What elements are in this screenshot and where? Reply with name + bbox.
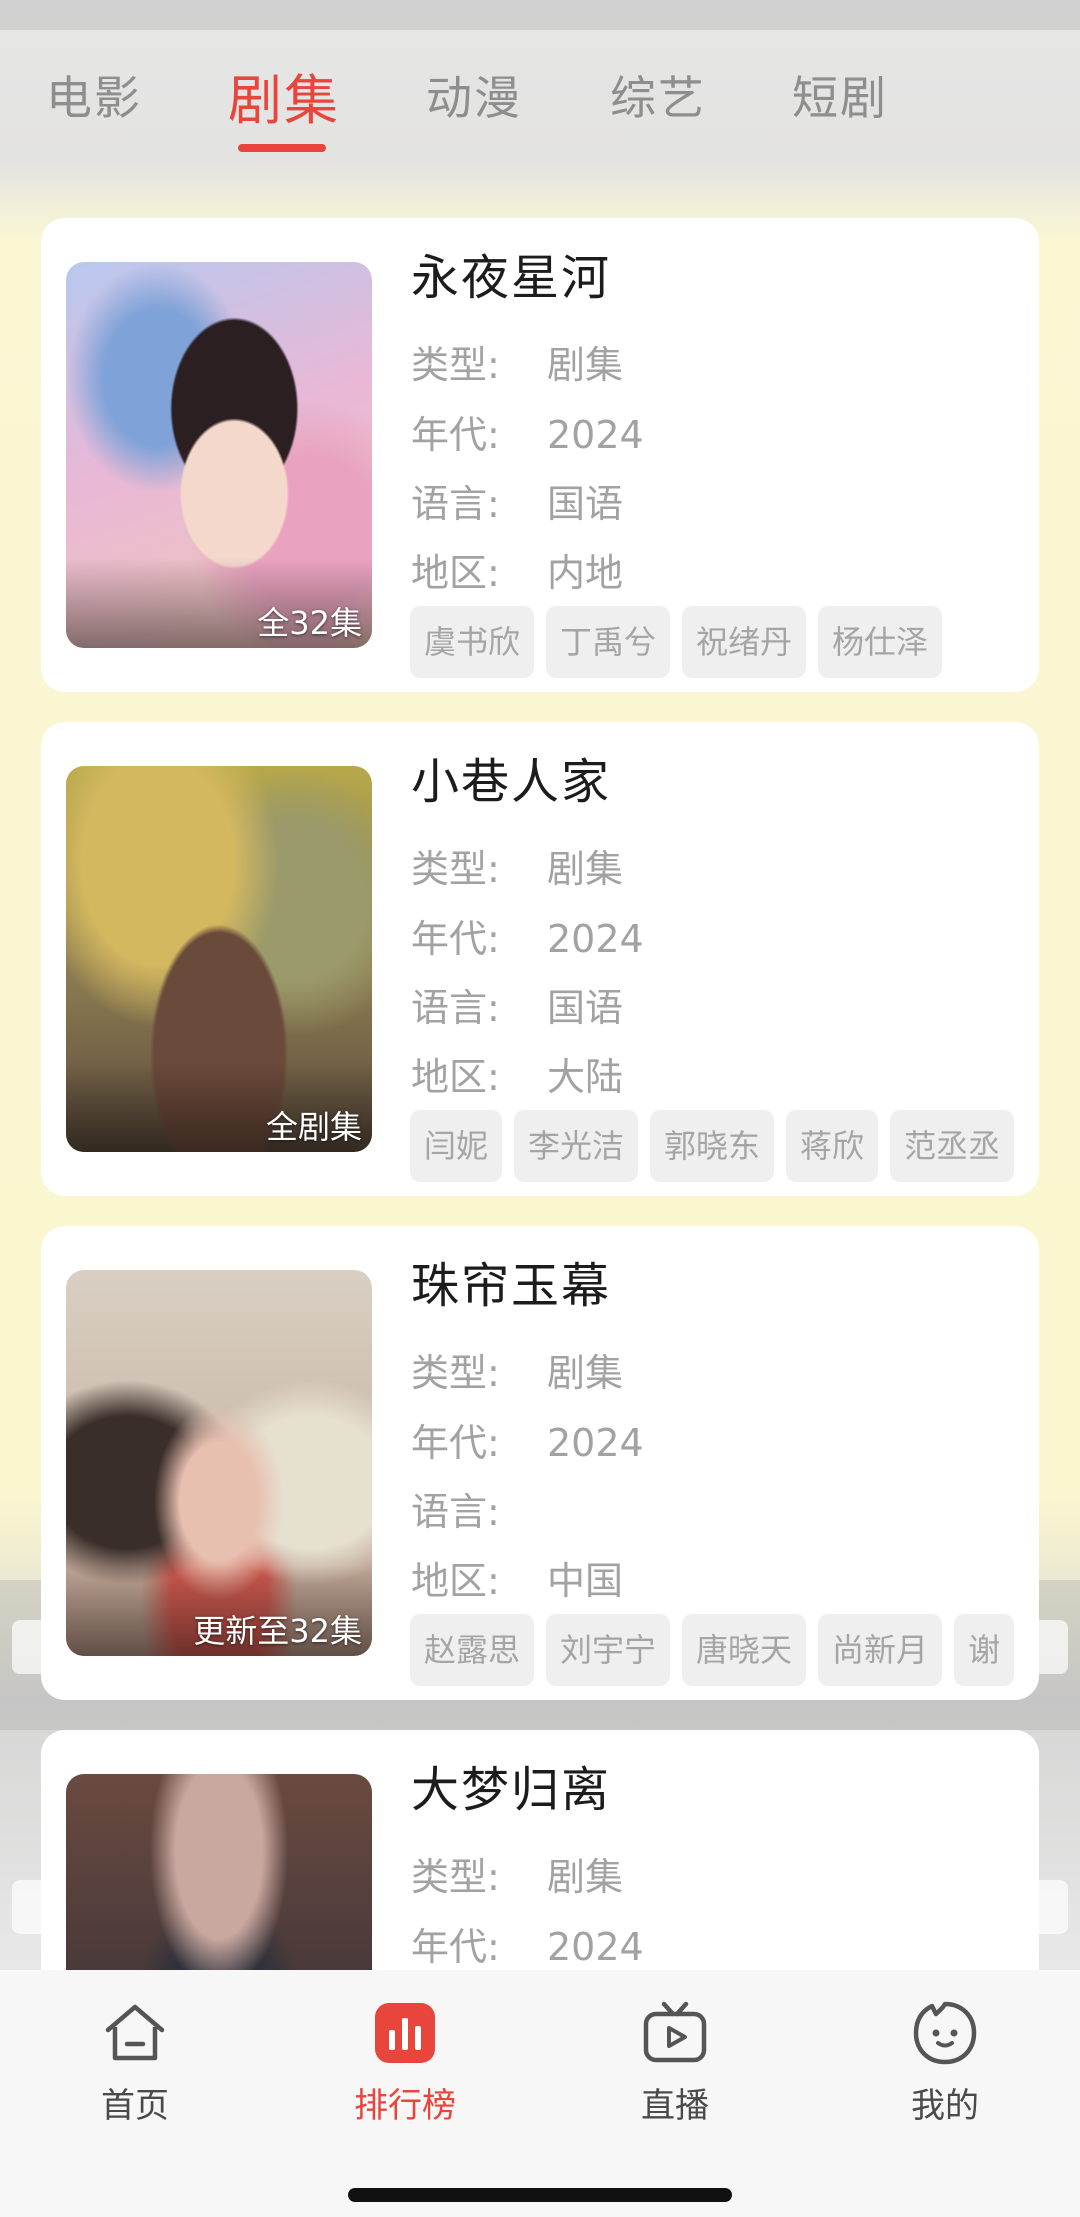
show-title: 小巷人家: [411, 754, 612, 810]
tab-series[interactable]: 剧集: [228, 56, 340, 135]
nav-ranking[interactable]: 排行榜: [305, 1998, 505, 2127]
show-title: 永夜星河: [411, 250, 612, 306]
cast-chip[interactable]: 刘宇宁: [546, 1614, 671, 1686]
meta-year: 年代: 2024: [411, 917, 644, 961]
show-card[interactable]: 全剧集 小巷人家 类型: 剧集 年代: 2024 语言: 国语 地区: 大陆 闫妮 李光洁…: [41, 722, 1039, 1196]
cast-chip[interactable]: 郭晓东: [650, 1110, 775, 1182]
tab-variety[interactable]: 综艺: [610, 62, 706, 128]
live-tv-icon: [640, 1998, 710, 2068]
tab-movie[interactable]: 电影: [46, 62, 142, 128]
cast-chip[interactable]: 虞书欣: [410, 606, 535, 678]
nav-ranking-label: 排行榜: [354, 2086, 456, 2126]
meta-type: 类型: 剧集: [411, 343, 624, 387]
meta-type: 类型: 剧集: [411, 847, 624, 891]
cast-chip[interactable]: 祝绪丹: [682, 606, 807, 678]
cast-list: 闫妮 李光洁 郭晓东 蒋欣 范丞丞: [410, 1110, 1024, 1184]
meta-type: 类型: 剧集: [411, 1855, 624, 1899]
meta-region: 地区: 内地: [411, 551, 624, 595]
cast-list: 赵露思 刘宇宁 唐晓天 尚新月谢: [410, 1614, 1024, 1688]
poster-image[interactable]: 更新至32集: [66, 1270, 372, 1656]
nav-live[interactable]: 直播: [575, 1998, 775, 2127]
meta-region: 地区: 中国: [411, 1559, 624, 1603]
bottom-nav-bar: 首页 排行榜 直播 我的: [0, 1970, 1080, 2217]
active-tab-indicator: [238, 144, 326, 152]
meta-type: 类型: 剧集: [411, 1351, 624, 1395]
show-title: 大梦归离: [411, 1762, 612, 1818]
profile-icon: [910, 1998, 980, 2068]
meta-year: 年代: 2024: [411, 1925, 644, 1969]
show-card[interactable]: 更新至32集 珠帘玉幕 类型: 剧集 年代: 2024 语言: 地区: 中国 赵露思刘…: [41, 1226, 1039, 1700]
cast-chip[interactable]: 杨仕泽: [818, 606, 943, 678]
show-title: 珠帘玉幕: [411, 1258, 612, 1314]
home-icon: [100, 1998, 170, 2068]
cast-chip[interactable]: 尚新月: [818, 1614, 943, 1686]
meta-year: 年代: 2024: [411, 1421, 644, 1465]
cast-chip[interactable]: 赵露思: [410, 1614, 535, 1686]
nav-home-label: 首页: [101, 2086, 169, 2126]
cast-chip[interactable]: 闫妮: [410, 1110, 503, 1182]
tab-anime[interactable]: 动漫: [426, 62, 522, 128]
cast-chip[interactable]: 丁禹兮: [546, 606, 671, 678]
show-card[interactable]: 全32集 永夜星河 类型: 剧集 年代: 2024 语言: 国语 地区: 内地 虞书欣丁…: [41, 218, 1039, 692]
meta-language: 语言: 国语: [411, 482, 624, 526]
poster-image[interactable]: 全剧集: [66, 766, 372, 1152]
cast-list: 虞书欣 丁禹兮 祝绪丹 杨仕泽: [410, 606, 1024, 680]
episode-badge: 全剧集: [265, 1108, 362, 1146]
episode-badge: 全32集: [257, 604, 362, 642]
meta-language: 语言:: [411, 1490, 500, 1534]
tab-short-drama[interactable]: 短剧: [792, 62, 888, 128]
home-indicator[interactable]: [348, 2188, 732, 2202]
episode-badge: 更新至32集: [193, 1612, 362, 1650]
nav-live-label: 直播: [641, 2086, 709, 2126]
meta-region: 地区: 大陆: [411, 1055, 624, 1099]
ranking-icon: [370, 1998, 440, 2068]
nav-home[interactable]: 首页: [35, 1998, 235, 2127]
category-tabs: 电影 剧集 动漫 综艺 短剧: [0, 52, 1080, 162]
poster-image[interactable]: 全32集: [66, 262, 372, 648]
cast-chip[interactable]: 范丞丞: [890, 1110, 1015, 1182]
cast-chip[interactable]: 李光洁: [514, 1110, 639, 1182]
cast-chip[interactable]: 蒋欣: [786, 1110, 879, 1182]
meta-year: 年代: 2024: [411, 413, 644, 457]
nav-profile-label: 我的: [911, 2086, 979, 2126]
nav-profile[interactable]: 我的: [845, 1998, 1045, 2127]
cast-chip[interactable]: 唐晓天: [682, 1614, 807, 1686]
cast-chip[interactable]: 谢: [954, 1614, 1015, 1686]
meta-language: 语言: 国语: [411, 986, 624, 1030]
